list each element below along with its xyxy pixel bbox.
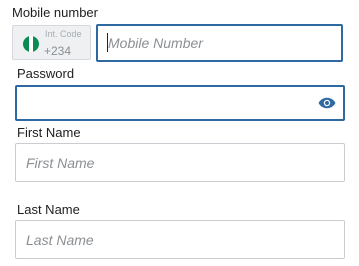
first-name-label: First Name (17, 125, 81, 140)
country-code-value: +234 (44, 44, 72, 58)
nigeria-flag-icon (23, 36, 39, 52)
mobile-number-input[interactable] (96, 24, 343, 62)
password-input[interactable] (15, 85, 345, 121)
country-code-caption: Int. Code (45, 29, 82, 39)
text-caret (107, 33, 108, 52)
mobile-number-label: Mobile number (12, 5, 98, 20)
eye-icon[interactable] (318, 96, 336, 110)
password-label: Password (17, 66, 75, 81)
first-name-input[interactable] (15, 143, 345, 182)
password-field (15, 85, 345, 121)
country-code-selector[interactable]: Int. Code +234 (12, 25, 91, 60)
last-name-input[interactable] (15, 220, 345, 259)
last-name-label: Last Name (17, 202, 80, 217)
